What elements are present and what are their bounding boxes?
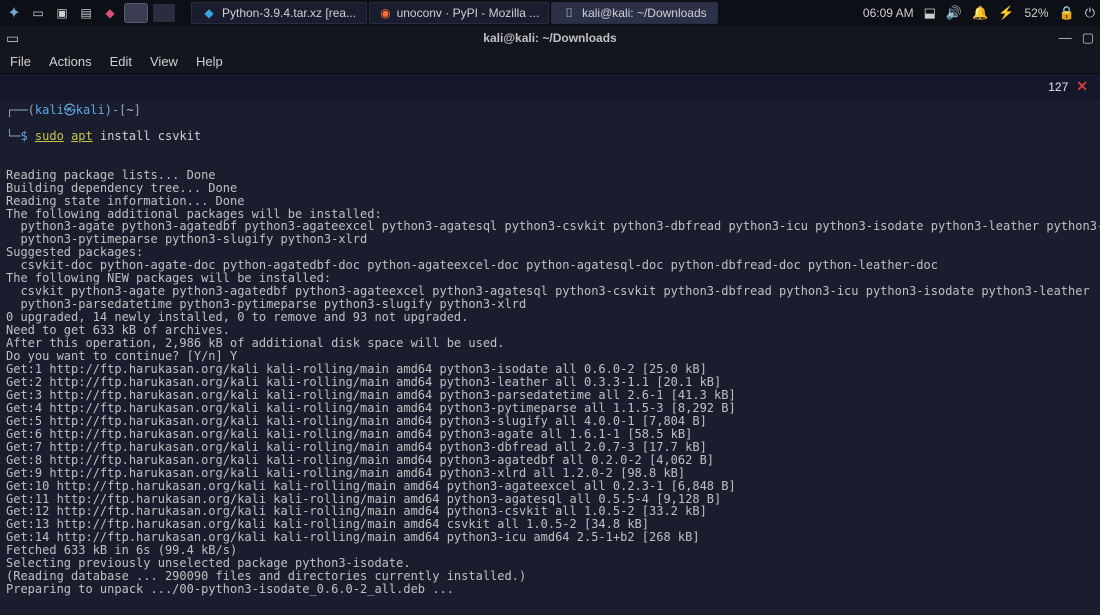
notification-icon[interactable]: 🔔 — [972, 5, 988, 21]
window-system-menu-icon[interactable]: ▭ — [6, 30, 19, 47]
app-icon[interactable]: ◆ — [101, 4, 119, 22]
menu-help[interactable]: Help — [196, 54, 223, 69]
archive-icon: ◆ — [202, 6, 216, 20]
tab-strip-right: 127 ✕ — [1048, 78, 1088, 95]
terminal-output: Reading package lists... Done Building d… — [6, 169, 1094, 596]
cmd-apt: apt — [71, 129, 93, 143]
terminal-body[interactable]: ┌──(kali㉿kali)-[~] └─$ sudo apt install … — [0, 100, 1100, 615]
prompt-userhost: kali㉿kali — [35, 103, 105, 117]
line-count: 127 — [1048, 80, 1068, 94]
window-controls: — ▢ — [1059, 30, 1094, 46]
window-titlebar[interactable]: ▭ kali@kali: ~/Downloads — ▢ — [0, 26, 1100, 50]
panel-left: ✦ ▭ ▣ ▤ ◆ ◆ Python-3.9.4.tar.xz [rea... … — [5, 2, 718, 24]
cmd-args: install csvkit — [100, 129, 201, 143]
workspace-2[interactable] — [153, 4, 175, 22]
panel-right: 06:09 AM ⬓ 🔊 🔔 ⚡ 52% 🔒 ⏻ — [863, 5, 1095, 21]
window-title: kali@kali: ~/Downloads — [483, 31, 616, 45]
prompt-line-2: └─$ sudo apt install csvkit — [6, 130, 1094, 143]
files-icon[interactable]: ▭ — [29, 4, 47, 22]
clock[interactable]: 06:09 AM — [863, 6, 914, 20]
task-label: kali@kali: ~/Downloads — [582, 6, 707, 20]
menu-view[interactable]: View — [150, 54, 178, 69]
task-firefox[interactable]: ◉ unoconv · PyPI - Mozilla ... — [369, 2, 549, 24]
firefox-icon: ◉ — [380, 6, 390, 20]
top-panel: ✦ ▭ ▣ ▤ ◆ ◆ Python-3.9.4.tar.xz [rea... … — [0, 0, 1100, 26]
maximize-icon[interactable]: ▢ — [1082, 30, 1094, 46]
menu-file[interactable]: File — [10, 54, 31, 69]
workspace-1[interactable] — [125, 4, 147, 22]
terminal-launcher-icon[interactable]: ▣ — [53, 4, 71, 22]
minimize-icon[interactable]: — — [1059, 30, 1072, 46]
menu-bar: File Actions Edit View Help — [0, 50, 1100, 74]
prompt-path: ~ — [126, 103, 133, 117]
editor-icon[interactable]: ▤ — [77, 4, 95, 22]
battery-icon[interactable]: ⚡ — [998, 5, 1014, 21]
cmd-sudo: sudo — [35, 129, 64, 143]
close-icon[interactable]: ✕ — [1076, 78, 1088, 95]
battery-percent: 52% — [1024, 6, 1048, 20]
task-archive[interactable]: ◆ Python-3.9.4.tar.xz [rea... — [191, 2, 367, 24]
terminal-icon: ⌷ — [562, 6, 576, 20]
kali-logo-icon[interactable]: ✦ — [5, 4, 23, 22]
prompt-line-1: ┌──(kali㉿kali)-[~] — [6, 104, 1094, 117]
task-label: Python-3.9.4.tar.xz [rea... — [222, 6, 356, 20]
menu-edit[interactable]: Edit — [110, 54, 132, 69]
lock-icon[interactable]: 🔒 — [1059, 5, 1075, 21]
taskbar-tasks: ◆ Python-3.9.4.tar.xz [rea... ◉ unoconv … — [191, 2, 718, 24]
network-icon[interactable]: ⬓ — [924, 5, 936, 21]
volume-icon[interactable]: 🔊 — [946, 5, 962, 21]
menu-actions[interactable]: Actions — [49, 54, 92, 69]
power-icon[interactable]: ⏻ — [1085, 5, 1095, 21]
prompt-symbol: $ — [20, 129, 27, 143]
task-terminal[interactable]: ⌷ kali@kali: ~/Downloads — [551, 2, 718, 24]
tab-strip: 127 ✕ — [0, 74, 1100, 100]
task-label: unoconv · PyPI - Mozilla ... — [397, 6, 540, 20]
